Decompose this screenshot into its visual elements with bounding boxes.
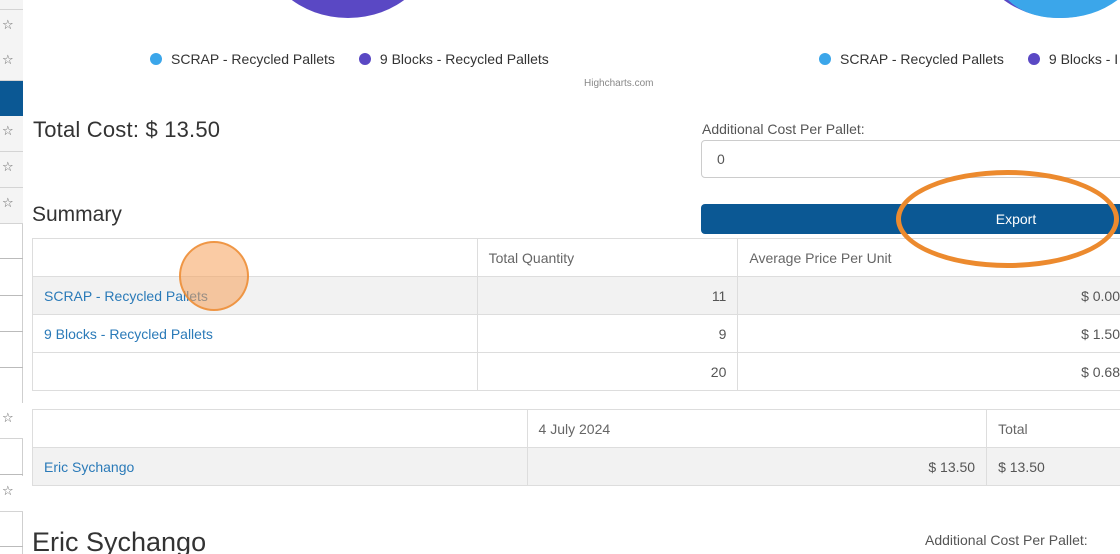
pie-chart-right: [940, 0, 1120, 18]
person-cell: Eric Sychango: [32, 447, 528, 486]
column-header: [32, 409, 528, 448]
pie-chart-left: [258, 0, 438, 18]
sidebar-item-active[interactable]: [0, 81, 23, 116]
star-icon[interactable]: ☆: [2, 485, 14, 499]
product-cell: [32, 352, 478, 391]
quantity-cell: 9: [476, 314, 739, 353]
divider: [0, 331, 23, 332]
additional-cost-label: Additional Cost Per Pallet:: [925, 532, 1088, 548]
legend-item[interactable]: SCRAP - Recycled Pallets: [819, 51, 1004, 67]
date-value-cell: $ 13.50: [526, 447, 988, 486]
total-cell: $ 13.50: [986, 447, 1120, 486]
product-cell: SCRAP - Recycled Pallets: [32, 276, 478, 315]
sidebar-item[interactable]: ☆: [0, 476, 23, 512]
sidebar-item[interactable]: [0, 0, 23, 10]
table-row: 9 Blocks - Recycled Pallets 9 $ 1.50: [32, 314, 1120, 353]
export-button[interactable]: Export: [701, 204, 1120, 234]
chart-legend-right: SCRAP - Recycled Pallets 9 Blocks - I: [819, 51, 1120, 67]
pie-slice-scrap[interactable]: [980, 0, 1120, 18]
chart-legend-left: SCRAP - Recycled Pallets 9 Blocks - Recy…: [150, 51, 573, 67]
summary-title: Summary: [32, 203, 122, 226]
table-row: SCRAP - Recycled Pallets 11 $ 0.00: [32, 276, 1120, 315]
legend-dot: [1027, 53, 1040, 65]
star-icon[interactable]: ☆: [2, 19, 14, 33]
legend-label: SCRAP - Recycled Pallets: [171, 51, 335, 67]
star-icon[interactable]: ☆: [2, 412, 14, 426]
quantity-total-cell: 20: [476, 352, 739, 391]
star-icon[interactable]: ☆: [2, 125, 14, 139]
total-cost: Total Cost: $ 13.50: [33, 117, 221, 142]
legend-dot: [819, 53, 831, 65]
divider: [0, 295, 23, 296]
legend-label: 9 Blocks - Recycled Pallets: [379, 51, 549, 67]
divider: [0, 546, 23, 547]
section-title-person: Eric Sychango: [32, 527, 207, 554]
quantity-cell: 11: [476, 276, 739, 315]
legend-dot: [358, 53, 371, 65]
person-link[interactable]: Eric Sychango: [44, 459, 134, 475]
table-total-row: 20 $ 0.68: [32, 352, 1120, 391]
chart-credit-link[interactable]: Highcharts.com: [584, 78, 653, 89]
sidebar: ☆ ☆ ☆ ☆ ☆ ☆ ☆: [0, 0, 23, 554]
column-header-total-quantity[interactable]: Total Quantity: [476, 238, 739, 277]
legend-item[interactable]: 9 Blocks - I: [1027, 51, 1119, 67]
legend-label: SCRAP - Recycled Pallets: [840, 51, 1004, 67]
pie-slice-9-blocks[interactable]: [260, 0, 436, 18]
product-link[interactable]: SCRAP - Recycled Pallets: [44, 288, 208, 304]
sidebar-item[interactable]: ☆: [0, 403, 23, 439]
divider: [0, 367, 23, 368]
product-link[interactable]: 9 Blocks - Recycled Pallets: [44, 326, 213, 342]
person-date-table: 4 July 2024 Total Eric Sychango $ 13.50 …: [32, 409, 1120, 486]
legend-label: 9 Blocks - I: [1048, 51, 1119, 67]
summary-table: Total Quantity Average Price Per Unit SC…: [32, 238, 1120, 391]
column-header-average-price[interactable]: Average Price Per Unit: [737, 238, 1120, 277]
table-row: Eric Sychango $ 13.50 $ 13.50: [32, 447, 1120, 486]
avg-price-cell: $ 1.50: [737, 314, 1120, 353]
sidebar-item[interactable]: ☆: [0, 10, 23, 46]
table-header-row: 4 July 2024 Total: [32, 409, 1120, 448]
divider: [0, 474, 23, 475]
avg-price-total-cell: $ 0.68: [737, 352, 1120, 391]
product-cell: 9 Blocks - Recycled Pallets: [32, 314, 478, 353]
sidebar-item[interactable]: ☆: [0, 188, 23, 224]
legend-item[interactable]: 9 Blocks - Recycled Pallets: [358, 51, 549, 67]
divider: [0, 258, 23, 259]
additional-cost-input[interactable]: [701, 140, 1120, 178]
star-icon[interactable]: ☆: [2, 54, 14, 68]
sidebar-item[interactable]: ☆: [0, 116, 23, 152]
column-header: [32, 238, 478, 277]
table-header-row: Total Quantity Average Price Per Unit: [32, 238, 1120, 277]
legend-item[interactable]: SCRAP - Recycled Pallets: [150, 51, 335, 67]
additional-cost-label: Additional Cost Per Pallet:: [702, 121, 865, 137]
star-icon[interactable]: ☆: [2, 161, 14, 175]
column-header-date[interactable]: 4 July 2024: [526, 409, 988, 448]
star-icon[interactable]: ☆: [2, 197, 14, 211]
legend-dot: [150, 53, 162, 65]
sidebar-item[interactable]: ☆: [0, 45, 23, 81]
avg-price-cell: $ 0.00: [737, 276, 1120, 315]
column-header-total[interactable]: Total: [986, 409, 1120, 448]
sidebar-item[interactable]: ☆: [0, 152, 23, 188]
